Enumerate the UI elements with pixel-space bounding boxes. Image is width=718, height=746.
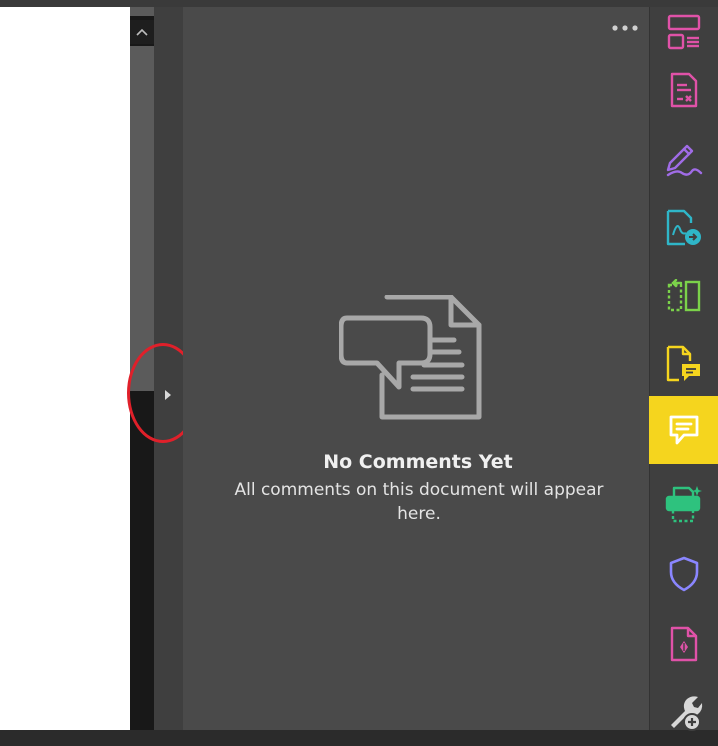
fill-sign-doc-icon [670, 72, 697, 108]
comment-doc-icon [666, 345, 700, 382]
fill-sign-tool-button[interactable] [649, 56, 718, 124]
panel-more-options-button[interactable] [610, 16, 640, 40]
more-dots-icon [612, 25, 638, 31]
scroll-up-button[interactable] [130, 20, 154, 44]
prepare-form-tool-button[interactable] [649, 610, 718, 678]
panel-collapse-strip [154, 7, 183, 730]
compare-files-icon [667, 279, 700, 312]
export-pdf-tool-button[interactable] [649, 194, 718, 262]
more-tools-button[interactable] [649, 678, 718, 746]
empty-state-title: No Comments Yet [323, 451, 513, 473]
top-bar [0, 0, 718, 7]
chevron-up-icon [136, 28, 148, 36]
print-production-icon [665, 486, 702, 523]
export-pdf-icon [666, 209, 701, 246]
protect-shield-icon [669, 556, 698, 592]
scrollbar-thumb[interactable] [130, 46, 154, 391]
empty-state-description: All comments on this document will appea… [234, 480, 604, 524]
compare-files-tool-button[interactable] [649, 262, 718, 330]
prepare-form-icon [670, 626, 697, 662]
more-tools-wrench-icon [670, 696, 702, 731]
organize-pages-icon [667, 14, 700, 50]
sign-tool-button[interactable] [649, 126, 718, 194]
comment-tool-button[interactable] [649, 396, 718, 464]
print-production-tool-button[interactable] [649, 470, 718, 538]
no-comments-illustration-icon [339, 295, 482, 420]
scrollbar-top-cap [130, 7, 154, 16]
document-page[interactable] [0, 7, 130, 730]
collapse-panel-button[interactable] [158, 382, 178, 408]
comment-icon [669, 415, 698, 445]
comment-document-tool-button[interactable] [649, 330, 718, 398]
caret-right-icon [165, 390, 171, 400]
protect-tool-button[interactable] [649, 540, 718, 608]
sign-pen-icon [666, 144, 702, 177]
